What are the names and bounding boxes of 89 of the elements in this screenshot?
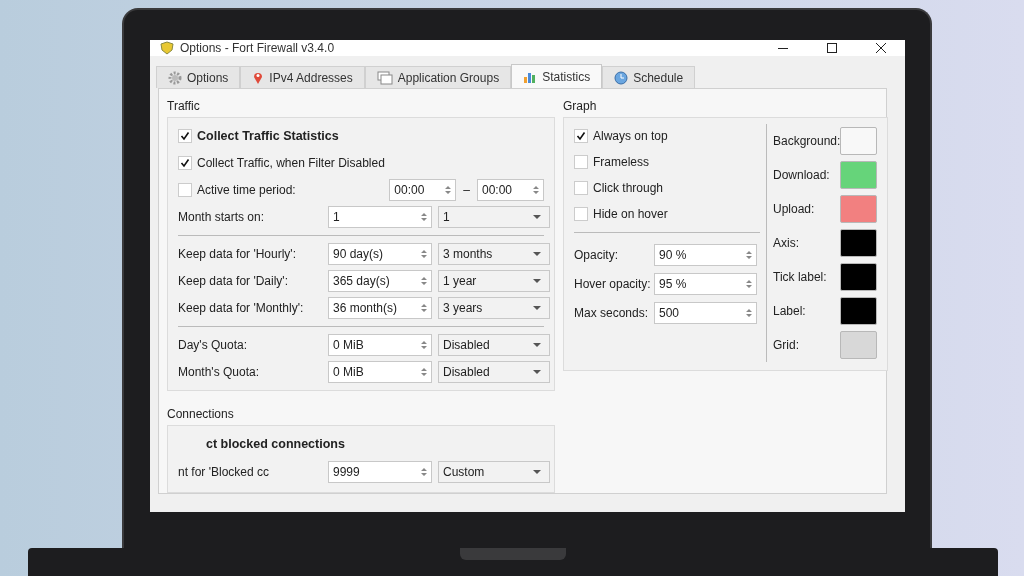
spin-arrows-icon[interactable] xyxy=(444,184,453,196)
spin-box[interactable]: 0 MiB xyxy=(328,361,432,383)
checkbox[interactable]: Always on top xyxy=(574,124,668,148)
spin-arrows-icon[interactable] xyxy=(745,248,753,261)
spin-arrows-icon[interactable] xyxy=(745,277,753,290)
field-label: Month's Quota: xyxy=(178,365,260,379)
field-label: Opacity: xyxy=(574,247,619,262)
spin-arrows-icon[interactable] xyxy=(420,366,428,378)
spin-arrows-icon[interactable] xyxy=(420,211,428,223)
color-swatch[interactable] xyxy=(840,160,878,189)
group-title: Traffic xyxy=(167,99,200,113)
tab[interactable]: Statistics xyxy=(511,64,603,88)
field-label: Max seconds: xyxy=(574,305,650,320)
group-title: Graph xyxy=(563,99,597,113)
close-icon[interactable] xyxy=(875,42,887,54)
color-label: Tick label: xyxy=(773,269,827,284)
color-label: Download: xyxy=(773,167,830,182)
checkbox[interactable]: Collect Traffic Statistics xyxy=(178,124,339,148)
caret-icon xyxy=(533,305,541,311)
windows-icon xyxy=(376,70,393,85)
spin-box[interactable]: 36 month(s) xyxy=(328,297,432,319)
caret-icon xyxy=(533,369,541,375)
spin-arrows-icon[interactable] xyxy=(745,306,753,319)
field-label: Keep data for 'Hourly': xyxy=(178,247,297,261)
map-pin-icon xyxy=(252,70,265,85)
color-label: Axis: xyxy=(773,235,799,250)
range-dash: – xyxy=(462,183,471,197)
color-label: Label: xyxy=(773,303,806,318)
dropdown[interactable]: Custom xyxy=(438,461,550,483)
caret-icon xyxy=(533,469,541,475)
spin-box[interactable]: 9999 xyxy=(328,461,432,483)
checkbox[interactable]: Frameless xyxy=(574,150,649,174)
spin-arrows-icon[interactable] xyxy=(420,339,428,351)
field-label: Month starts on: xyxy=(178,210,266,224)
spin-arrows-icon[interactable] xyxy=(420,302,428,314)
maximize-icon[interactable] xyxy=(826,42,838,54)
caret-icon xyxy=(533,251,541,257)
dropdown[interactable]: Disabled xyxy=(438,361,550,383)
dropdown[interactable]: 3 months xyxy=(438,243,550,265)
dropdown[interactable]: 1 year xyxy=(438,270,550,292)
spin-arrows-icon[interactable] xyxy=(532,184,540,196)
checkbox-label: ct blocked connections xyxy=(205,436,345,453)
field-label: Keep data for 'Daily': xyxy=(178,274,289,288)
spin-box[interactable]: 95 % xyxy=(654,272,757,295)
field-label: Hover opacity: xyxy=(574,276,652,291)
spin-box[interactable]: 1 xyxy=(328,206,432,228)
spin-box[interactable]: 500 xyxy=(654,301,757,324)
tab[interactable]: Options xyxy=(156,66,241,88)
field-label: Keep data for 'Monthly': xyxy=(178,301,305,315)
checkbox[interactable]: Hide on hover xyxy=(574,202,668,226)
time-spin-box[interactable]: 00:00 xyxy=(389,179,457,201)
checkbox[interactable]: Collect Traffic, when Filter Disabled xyxy=(178,151,385,175)
checkbox[interactable]: Click through xyxy=(574,176,664,200)
checkbox[interactable]: Active time period: xyxy=(178,178,296,202)
spin-box[interactable]: 365 day(s) xyxy=(328,270,432,292)
color-swatch[interactable] xyxy=(840,330,878,359)
color-label: Grid: xyxy=(773,337,799,352)
tab[interactable]: Application Groups xyxy=(364,66,512,88)
spin-box[interactable]: 90 day(s) xyxy=(328,243,432,265)
spin-box[interactable]: 0 MiB xyxy=(328,334,432,356)
clock-icon xyxy=(614,70,629,85)
tab[interactable]: IPv4 Addresses xyxy=(240,66,365,88)
color-swatch[interactable] xyxy=(840,296,878,325)
spin-arrows-icon[interactable] xyxy=(420,275,428,287)
group-title: Connections xyxy=(167,407,234,421)
dropdown[interactable]: 1 xyxy=(438,206,550,228)
spin-arrows-icon[interactable] xyxy=(420,248,428,260)
dropdown[interactable]: Disabled xyxy=(438,334,550,356)
spin-box[interactable]: 90 % xyxy=(654,243,757,266)
color-swatch[interactable] xyxy=(840,228,878,257)
check-icon xyxy=(180,131,190,141)
check-icon xyxy=(576,131,586,141)
color-swatch[interactable] xyxy=(840,126,878,155)
window-title: Options - Fort Firewall v3.4.0 xyxy=(180,41,335,55)
check-icon xyxy=(180,158,190,168)
tab[interactable]: Schedule xyxy=(602,66,696,88)
gear-icon xyxy=(168,70,182,85)
color-swatch[interactable] xyxy=(840,194,878,223)
caret-icon xyxy=(533,214,541,220)
caret-icon xyxy=(533,342,541,348)
color-label: Upload: xyxy=(773,201,815,216)
field-label: Day's Quota: xyxy=(178,338,248,352)
color-swatch[interactable] xyxy=(840,262,878,291)
color-label: Background: xyxy=(773,133,841,148)
caret-icon xyxy=(533,278,541,284)
spin-arrows-icon[interactable] xyxy=(420,466,428,478)
time-spin-box[interactable]: 00:00 xyxy=(477,179,544,201)
dropdown[interactable]: 3 years xyxy=(438,297,550,319)
field-label: nt for 'Blocked cc xyxy=(178,465,270,479)
